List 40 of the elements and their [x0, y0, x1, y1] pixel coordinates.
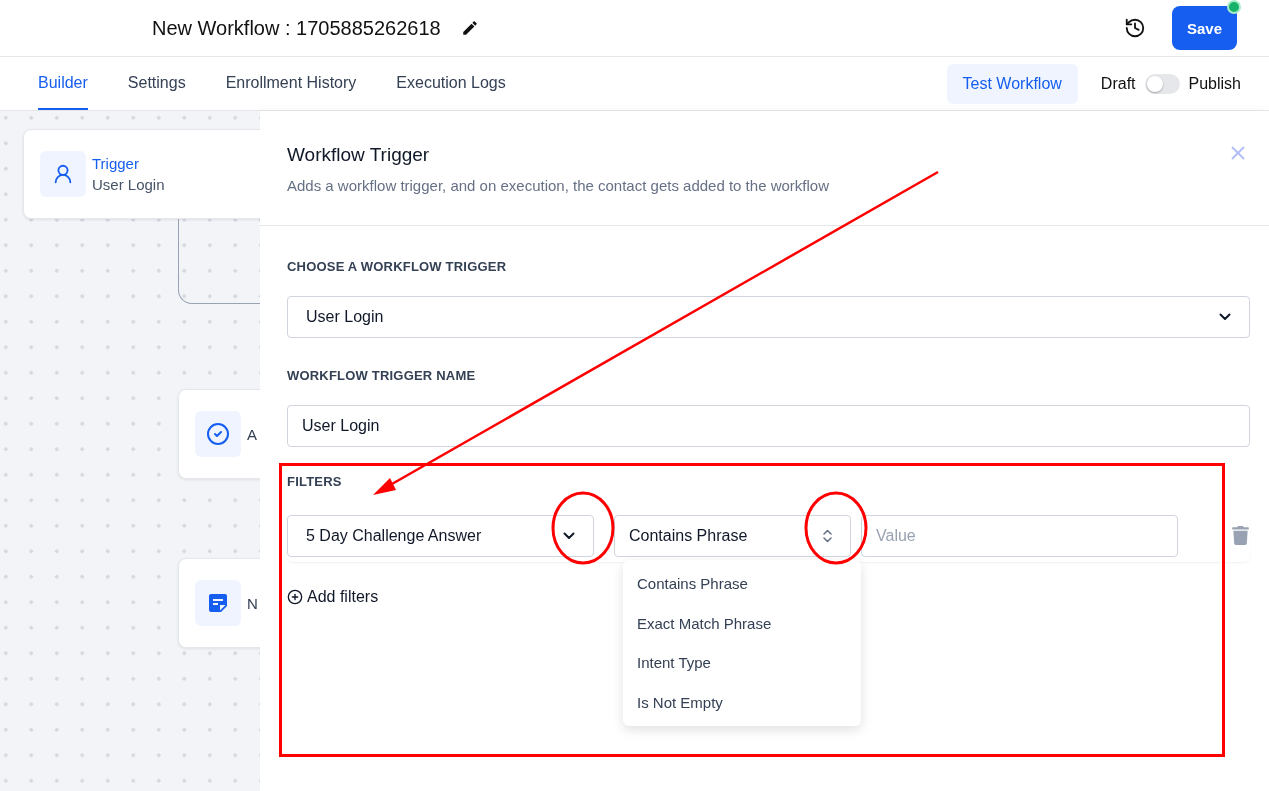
section-label: WORKFLOW TRIGGER NAME [287, 368, 477, 383]
panel-title: Workflow Trigger [287, 144, 431, 166]
menu-item[interactable]: Contains Phrase [623, 564, 861, 604]
check-circle-icon [206, 422, 230, 446]
node-title: A [247, 425, 257, 443]
save-button[interactable]: Save [1172, 6, 1237, 50]
section-label: FILTERS [287, 474, 343, 489]
operator-select[interactable]: Contains Phrase [614, 514, 851, 557]
input-field[interactable]: User Login [287, 405, 1250, 447]
node-title: Trigger [92, 155, 140, 172]
panel-description: Adds a workflow trigger, and on execution, the contact gets added to the workflow [287, 177, 830, 194]
test-workflow-button[interactable]: Test Workflow [946, 63, 1078, 104]
note-icon [206, 591, 230, 615]
chevron-down-icon [1219, 313, 1231, 321]
tab[interactable]: Execution Logs [396, 57, 506, 110]
node-subtitle: User Login [92, 176, 165, 193]
tab[interactable]: Settings [127, 57, 186, 110]
add-filters-button[interactable]: Add filters [287, 588, 379, 606]
workflow-title: New Workflow : 1705885262618 [152, 16, 441, 40]
tab[interactable]: Enrollment History [225, 57, 357, 110]
workflow-node[interactable]: A [178, 389, 260, 479]
trigger-select[interactable]: User Login [287, 296, 1250, 338]
workflow-node[interactable]: N [178, 558, 260, 648]
plus-circle-icon [287, 589, 303, 605]
menu-item[interactable]: Exact Match Phrase [623, 603, 861, 643]
publish-toggle[interactable] [1144, 73, 1180, 94]
up-down-icon [823, 528, 832, 543]
chevron-down-icon [563, 531, 575, 540]
node-title: N [247, 594, 258, 612]
edit-icon[interactable] [460, 19, 479, 37]
menu-item[interactable]: Intent Type [623, 643, 861, 683]
trash-icon[interactable] [1231, 526, 1250, 545]
toggle-label: Draft [1100, 74, 1136, 93]
menu-item[interactable]: Is Not Empty [623, 682, 861, 722]
workflow-node[interactable]: Trigger User Login [23, 129, 260, 219]
history-icon[interactable] [1124, 17, 1146, 39]
toggle-label: Publish [1188, 74, 1241, 93]
section-label: CHOOSE A WORKFLOW TRIGGER [287, 259, 508, 274]
filter-field-select[interactable]: 5 Day Challenge Answer [287, 514, 594, 557]
person-icon [52, 163, 74, 185]
